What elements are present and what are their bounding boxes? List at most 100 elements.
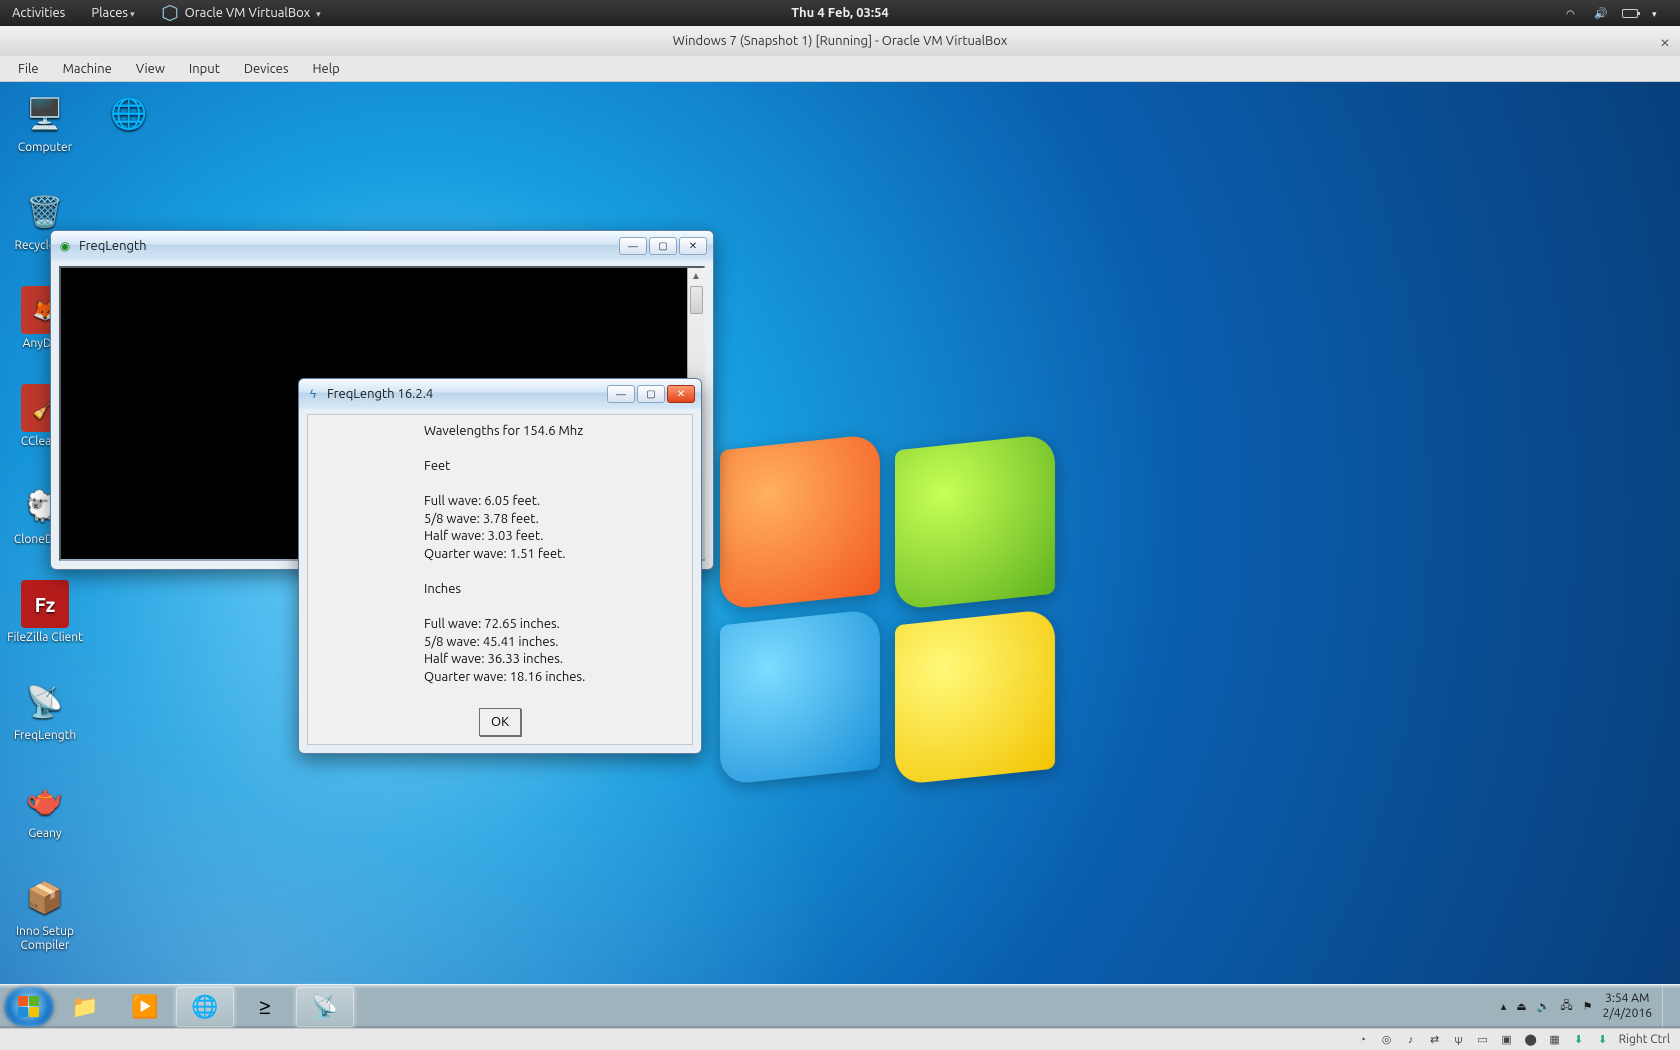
- vbox-titlebar[interactable]: Windows 7 (Snapshot 1) [Running] - Oracl…: [0, 26, 1680, 56]
- vbox-recording-icon[interactable]: ⬤: [1523, 1032, 1539, 1048]
- feet-58: 5/8 wave: 3.78 feet.: [308, 511, 692, 529]
- vbox-shared-icon[interactable]: ▭: [1475, 1032, 1491, 1048]
- gnome-clock[interactable]: Thu 4 Feb, 03:54: [791, 6, 889, 20]
- gnome-places-label: Places: [91, 6, 128, 20]
- vbox-keyboard-icon[interactable]: ⬇: [1595, 1032, 1611, 1048]
- gnome-app-menu[interactable]: Oracle VM VirtualBox: [149, 0, 333, 26]
- desktop-icon-slimjet[interactable]: 🌐: [90, 90, 168, 141]
- taskbar-wmplayer[interactable]: ▶️: [116, 987, 174, 1027]
- vbox-mouse-icon[interactable]: ⬇: [1571, 1032, 1587, 1048]
- vbox-menubar: File Machine View Input Devices Help: [0, 56, 1680, 82]
- desktop-icon-geany[interactable]: 🫖 Geany: [6, 776, 84, 841]
- vbox-menu-file[interactable]: File: [8, 59, 49, 79]
- taskbar-freqlength[interactable]: 📡: [296, 987, 354, 1027]
- vbox-menu-machine[interactable]: Machine: [53, 59, 122, 79]
- windows-logo-icon: [18, 996, 40, 1018]
- desktop-icon-label: Inno Setup Compiler: [6, 925, 84, 953]
- inches-full: Full wave: 72.65 inches.: [308, 616, 692, 634]
- tray-show-hidden-icon[interactable]: ▴: [1501, 1000, 1507, 1013]
- inches-58: 5/8 wave: 45.41 inches.: [308, 634, 692, 652]
- taskbar-clock[interactable]: 3:54 AM 2/4/2016: [1603, 992, 1652, 1021]
- win7-taskbar: 📁 ▶️ 🌐 ≥ 📡 ▴ ⏏ 🔊 🖧 ⚑ 3:54 AM 2/4/2016: [0, 984, 1680, 1028]
- dialog-maximize-button[interactable]: ▢: [637, 385, 665, 403]
- volume-icon[interactable]: [1594, 6, 1608, 20]
- tray-safely-remove-icon[interactable]: ⏏: [1516, 1000, 1526, 1013]
- virtualbox-icon: [161, 4, 179, 22]
- wifi-icon[interactable]: [1566, 6, 1580, 20]
- gnome-places[interactable]: Places: [79, 2, 146, 24]
- powershell-icon: ≥: [259, 994, 271, 1019]
- vbox-optical-icon[interactable]: ◎: [1379, 1032, 1395, 1048]
- ok-button[interactable]: OK: [479, 708, 521, 736]
- dialog-close-button[interactable]: ✕: [667, 385, 695, 403]
- vbox-audio-icon[interactable]: ♪: [1403, 1032, 1419, 1048]
- taskbar-time: 3:54 AM: [1603, 992, 1652, 1006]
- desktop-icon-inno-setup[interactable]: 📦 Inno Setup Compiler: [6, 874, 84, 953]
- vbox-display-icon[interactable]: ▣: [1499, 1032, 1515, 1048]
- feet-quarter: Quarter wave: 1.51 feet.: [308, 546, 692, 564]
- taskbar-date: 2/4/2016: [1603, 1007, 1652, 1021]
- tray-network-icon[interactable]: 🖧: [1560, 997, 1572, 1016]
- taskbar-powershell[interactable]: ≥: [236, 987, 294, 1027]
- start-button[interactable]: [4, 987, 54, 1027]
- dialog-header: Wavelengths for 154.6 Mhz: [308, 423, 692, 441]
- vbox-window: Windows 7 (Snapshot 1) [Running] - Oracl…: [0, 26, 1680, 1050]
- desktop-icon-filezilla[interactable]: FzFileZilla Client: [6, 580, 84, 645]
- battery-icon[interactable]: [1622, 9, 1638, 18]
- slimjet-icon: 🌐: [105, 90, 153, 138]
- freqlength-icon: 📡: [21, 678, 69, 726]
- recycle-bin-icon: 🗑️: [21, 188, 69, 236]
- desktop-icon-label: Computer: [6, 141, 84, 155]
- filezilla-icon: Fz: [21, 580, 69, 628]
- vbox-close-button[interactable]: ×: [1660, 32, 1670, 52]
- explorer-icon: 📁: [71, 994, 98, 1020]
- freqlength-dialog[interactable]: ϟ FreqLength 16.2.4 — ▢ ✕ Wavelengths fo…: [298, 378, 702, 754]
- freqlength-dialog-titlebar[interactable]: ϟ FreqLength 16.2.4 — ▢ ✕: [299, 379, 701, 409]
- vbox-usb-icon[interactable]: ψ: [1451, 1032, 1467, 1048]
- desktop-icon-label: Geany: [6, 827, 84, 841]
- tray-volume-icon[interactable]: 🔊: [1537, 1000, 1551, 1013]
- desktop-icon-computer[interactable]: 🖥️ Computer: [6, 90, 84, 155]
- vbox-network-icon[interactable]: ⇄: [1427, 1032, 1443, 1048]
- freqlength-main-titlebar[interactable]: ◉ FreqLength — ▢ ✕: [51, 231, 713, 261]
- desktop-icon-label: FreqLength: [6, 729, 84, 743]
- vbox-menu-help[interactable]: Help: [303, 59, 350, 79]
- inno-setup-icon: 📦: [21, 874, 69, 922]
- python-icon: ϟ: [305, 386, 321, 402]
- inches-half: Half wave: 36.33 inches.: [308, 651, 692, 669]
- minimize-button[interactable]: —: [619, 237, 647, 255]
- show-desktop-button[interactable]: [1662, 987, 1670, 1027]
- scrollbar-thumb[interactable]: [690, 286, 703, 314]
- feet-half: Half wave: 3.03 feet.: [308, 528, 692, 546]
- vbox-menu-input[interactable]: Input: [179, 59, 230, 79]
- close-button[interactable]: ✕: [679, 237, 707, 255]
- desktop-icon-freqlength[interactable]: 📡 FreqLength: [6, 678, 84, 743]
- vbox-menu-view[interactable]: View: [126, 59, 175, 79]
- freqlength-dialog-title: FreqLength 16.2.4: [327, 387, 433, 401]
- vbox-hostkey-label[interactable]: Right Ctrl: [1619, 1033, 1670, 1046]
- vbox-menu-devices[interactable]: Devices: [234, 59, 299, 79]
- gnome-activities[interactable]: Activities: [0, 2, 77, 24]
- taskbar-explorer[interactable]: 📁: [56, 987, 114, 1027]
- gnome-app-label: Oracle VM VirtualBox: [185, 6, 311, 20]
- vbox-hdd-icon[interactable]: ◔: [1355, 1032, 1371, 1048]
- wmplayer-icon: ▶️: [131, 994, 158, 1020]
- taskbar-chrome[interactable]: 🌐: [176, 987, 234, 1027]
- win7-desktop[interactable]: 🖥️Computer🗑️Recycle Bin🦊AnyDVD🧹CCleaner🐑…: [0, 82, 1680, 1028]
- system-menu-caret[interactable]: [1652, 6, 1666, 20]
- inches-quarter: Quarter wave: 18.16 inches.: [308, 669, 692, 687]
- vbox-cpu-icon[interactable]: ▦: [1547, 1032, 1563, 1048]
- freqlength-icon: 📡: [311, 994, 338, 1020]
- freqlength-app-icon: ◉: [57, 238, 73, 254]
- chrome-icon: 🌐: [191, 994, 218, 1020]
- dialog-minimize-button[interactable]: —: [607, 385, 635, 403]
- inches-heading: Inches: [308, 581, 692, 599]
- maximize-button[interactable]: ▢: [649, 237, 677, 255]
- system-tray: ▴ ⏏ 🔊 🖧 ⚑ 3:54 AM 2/4/2016: [1501, 987, 1676, 1027]
- geany-icon: 🫖: [21, 776, 69, 824]
- vbox-status-bar: ◔ ◎ ♪ ⇄ ψ ▭ ▣ ⬤ ▦ ⬇ ⬇ Right Ctrl: [0, 1028, 1680, 1050]
- tray-action-center-icon[interactable]: ⚑: [1583, 1000, 1593, 1013]
- feet-heading: Feet: [308, 458, 692, 476]
- win7-logo: [720, 442, 1060, 782]
- computer-icon: 🖥️: [21, 90, 69, 138]
